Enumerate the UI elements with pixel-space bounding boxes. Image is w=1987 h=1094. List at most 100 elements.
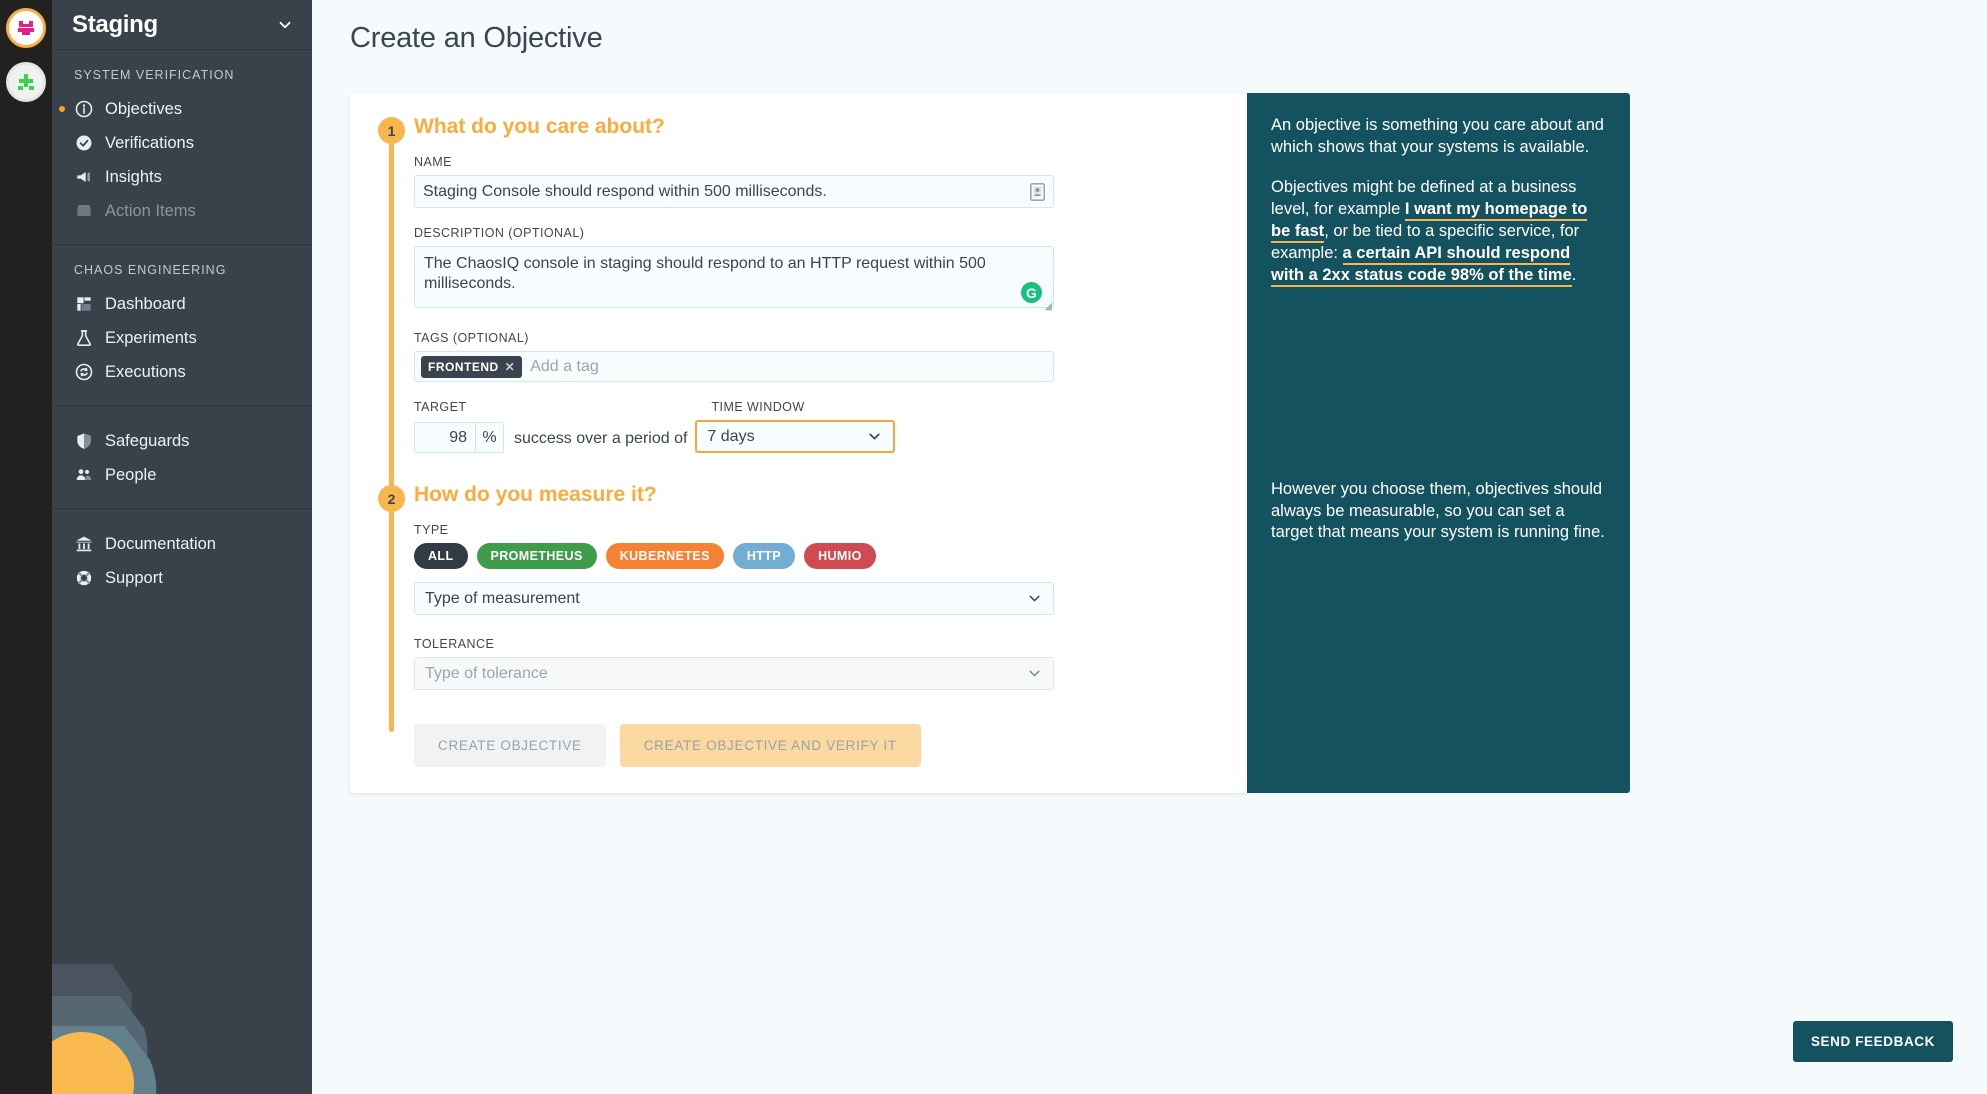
sidebar-group-general-3: Documentation Support (52, 509, 312, 611)
step-1: 1 What do you care about? NAME Staging C… (350, 115, 1247, 519)
target-field-group: TARGET TIME WINDOW 98 % success over a p… (414, 400, 1247, 453)
close-icon[interactable]: ✕ (505, 360, 516, 374)
sidebar-item-label: Action Items (105, 201, 196, 220)
tolerance-field-group: TOLERANCE Type of tolerance (414, 637, 1247, 690)
sidebar-group-title: CHAOS ENGINEERING (74, 263, 227, 277)
tolerance-placeholder: Type of tolerance (425, 664, 548, 682)
type-badge-http[interactable]: HTTP (732, 543, 796, 569)
sidebar-item-executions[interactable]: Executions (52, 355, 312, 389)
info-paragraph-3: However you choose them, objectives shou… (1271, 479, 1605, 542)
pixel-avatar-pink-icon (18, 21, 34, 35)
objectives-icon (74, 99, 94, 119)
name-field-group: NAME Staging Console should respond with… (414, 155, 1247, 208)
sidebar-item-label: Experiments (105, 328, 197, 347)
sidebar-item-experiments[interactable]: Experiments (52, 321, 312, 355)
chevron-down-icon[interactable] (276, 16, 294, 34)
step-1-connector (389, 129, 394, 519)
create-objective-button[interactable]: CREATE OBJECTIVE (414, 724, 606, 767)
sync-circle-icon (74, 362, 94, 382)
dashboard-icon (74, 294, 94, 314)
sidebar-item-insights[interactable]: Insights (52, 160, 312, 194)
info-p2-part3: . (1571, 265, 1577, 284)
time-window-select[interactable]: 7 days (695, 420, 896, 453)
avatar-user-pink[interactable] (6, 8, 46, 48)
target-label: TARGET (414, 400, 467, 414)
tag-chip-label: FRONTEND (428, 359, 499, 374)
grammarly-badge[interactable]: G (1021, 282, 1042, 303)
type-badge-prometheus[interactable]: PROMETHEUS (476, 543, 597, 569)
objective-form-card: 1 What do you care about? NAME Staging C… (350, 93, 1247, 793)
step-2-badge: 2 (378, 485, 405, 512)
sidebar-item-verifications[interactable]: Verifications (52, 126, 312, 160)
sidebar-item-people[interactable]: People (52, 458, 312, 492)
sidebar-item-label: Executions (105, 362, 186, 381)
sidebar-item-safeguards[interactable]: Safeguards (52, 424, 312, 458)
sidebar: Staging SYSTEM VERIFICATION Objectives Ver… (52, 0, 312, 1094)
id-card-icon[interactable] (1030, 182, 1045, 201)
percent-symbol: % (476, 422, 504, 453)
tag-placeholder[interactable]: Add a tag (530, 358, 1047, 376)
sidebar-nav: SYSTEM VERIFICATION Objectives Verificatio… (52, 50, 312, 611)
sidebar-item-documentation[interactable]: Documentation (52, 527, 312, 561)
description-textarea[interactable] (414, 246, 1054, 308)
chevron-down-icon[interactable] (866, 428, 883, 445)
lifebuoy-icon (74, 568, 94, 588)
name-input[interactable]: Staging Console should respond within 50… (414, 175, 1054, 208)
type-badge-kubernetes[interactable]: KUBERNETES (605, 543, 724, 569)
sidebar-group-system-verification: SYSTEM VERIFICATION Objectives Verificatio… (52, 50, 312, 245)
sidebar-item-label: Insights (105, 167, 162, 186)
people-icon (74, 465, 94, 485)
name-input-wrap: Staging Console should respond within 50… (414, 175, 1054, 208)
sidebar-item-label: Support (105, 568, 163, 587)
tags-input[interactable]: FRONTEND ✕ Add a tag (414, 351, 1054, 382)
sidebar-item-objectives[interactable]: Objectives (52, 92, 312, 126)
chevron-down-icon[interactable] (1026, 590, 1043, 607)
sidebar-item-dashboard[interactable]: Dashboard (52, 287, 312, 321)
page-title: Create an Objective (350, 22, 603, 54)
send-feedback-button[interactable]: SEND FEEDBACK (1792, 1021, 1953, 1062)
sidebar-item-label: Objectives (105, 99, 183, 118)
info-paragraph-2: Objectives might be defined at a busines… (1271, 177, 1606, 287)
form-actions: CREATE OBJECTIVE CREATE OBJECTIVE AND VE… (350, 724, 1247, 767)
decorative-gear-graphic (52, 964, 157, 1094)
tolerance-label: TOLERANCE (414, 637, 495, 651)
sidebar-group-general-2: Safeguards People (52, 406, 312, 509)
description-label: DESCRIPTION (OPTIONAL) (414, 226, 585, 240)
main-content: Create an Objective 1 What do you care a… (312, 0, 1987, 1094)
create-objective-and-verify-button[interactable]: CREATE OBJECTIVE AND VERIFY IT (619, 724, 921, 767)
sidebar-item-label: Dashboard (105, 294, 186, 313)
step-1-badge: 1 (378, 117, 405, 144)
tags-field-group: TAGS (OPTIONAL) FRONTEND ✕ Add a tag (414, 331, 1247, 382)
step-1-title: What do you care about? (414, 115, 665, 138)
target-input[interactable]: 98 (414, 422, 476, 453)
active-indicator-dot (59, 106, 65, 112)
measurement-placeholder: Type of measurement (425, 589, 580, 607)
step-2-title: How do you measure it? (414, 483, 657, 506)
inbox-icon (74, 201, 94, 221)
type-badge-humio[interactable]: HUMIO (804, 543, 876, 569)
sidebar-item-label: People (105, 465, 157, 484)
org-rail (0, 0, 52, 1094)
step-2: 2 How do you measure it? TYPE ALL PROMETH… (350, 483, 1247, 732)
avatar-org-green[interactable] (6, 62, 46, 102)
resize-handle-icon[interactable]: ◢ (1044, 301, 1052, 312)
sidebar-item-support[interactable]: Support (52, 561, 312, 595)
org-switcher[interactable]: Staging (52, 0, 312, 50)
type-badge-all[interactable]: ALL (414, 543, 468, 569)
sidebar-group-chaos-engineering: CHAOS ENGINEERING Dashboard Experiments Exe… (52, 245, 312, 406)
measurement-select[interactable]: Type of measurement (414, 582, 1054, 615)
info-panel: An objective is something you care about… (1247, 93, 1630, 793)
tolerance-select[interactable]: Type of tolerance (414, 657, 1054, 690)
type-label: TYPE (414, 523, 449, 537)
time-window-label: TIME WINDOW (711, 400, 805, 414)
megaphone-icon (74, 167, 94, 187)
tag-chip[interactable]: FRONTEND ✕ (421, 355, 523, 378)
chevron-down-icon[interactable] (1026, 665, 1043, 682)
sidebar-item-label: Verifications (105, 133, 194, 152)
info-paragraph-1: An objective is something you care about… (1271, 116, 1604, 156)
objective-form-area: 1 What do you care about? NAME Staging C… (350, 93, 1630, 793)
shield-icon (74, 431, 94, 451)
description-wrap: G ◢ (414, 246, 1054, 313)
time-window-value: 7 days (707, 427, 755, 445)
